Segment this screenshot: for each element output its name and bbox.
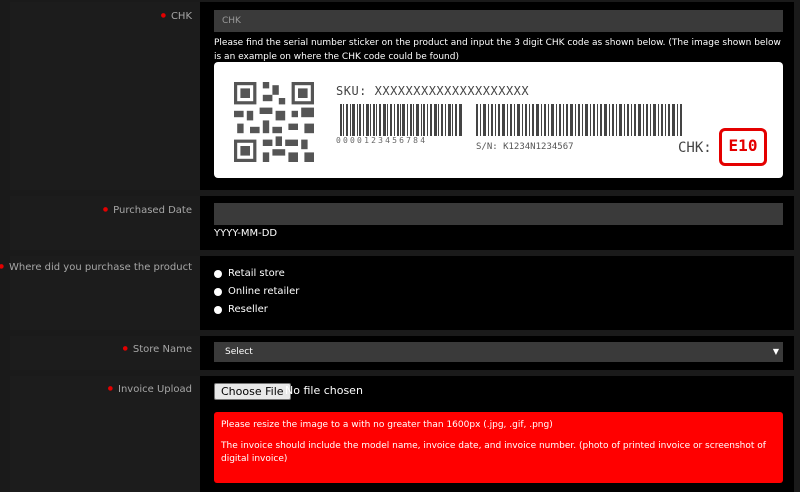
chk-code-value: E10	[728, 136, 758, 155]
radio-circle-icon	[214, 287, 222, 296]
qr-code-icon	[234, 82, 314, 162]
file-status-text: No file chosen	[285, 384, 363, 397]
chk-row: CHK Please find the serial number sticke…	[10, 2, 794, 190]
chk-help-text: Please find the serial number sticker on…	[214, 38, 781, 62]
store-name-selected: Select	[225, 347, 253, 357]
purchased-date-hint: YYYY-MM-DD	[214, 228, 278, 239]
choose-file-button[interactable]: Choose File	[214, 383, 291, 400]
chevron-down-icon: ▼	[772, 347, 779, 356]
sku-text: SKU: XXXXXXXXXXXXXXXXXXXX	[336, 84, 530, 98]
radio-circle-icon	[214, 305, 222, 314]
alert-line-resize: Please resize the image to a with no gre…	[221, 420, 553, 430]
radio-reseller[interactable]: Reseller	[214, 304, 268, 315]
chk-sticker-label: CHK:	[678, 140, 712, 156]
barcode-right-icon	[476, 104, 682, 136]
chk-label-cell: CHK	[10, 2, 200, 190]
radio-label: Reseller	[228, 304, 268, 315]
invoice-upload-row: Invoice Upload Choose File No file chose…	[10, 376, 794, 492]
radio-retail-store[interactable]: Retail store	[214, 268, 285, 279]
store-name-label: Store Name	[123, 344, 192, 355]
invoice-upload-label-cell: Invoice Upload	[10, 376, 200, 492]
chk-input[interactable]	[214, 10, 783, 32]
radio-circle-icon	[214, 269, 222, 278]
barcode-left-icon	[340, 104, 462, 136]
serial-number-text: S/N: K1234N1234567	[476, 142, 574, 152]
store-name-row: Store Name Select ▼	[10, 336, 794, 370]
purchased-date-row: Purchased Date YYYY-MM-DD	[10, 196, 794, 250]
invoice-requirements-alert: Please resize the image to a with no gre…	[214, 412, 783, 483]
purchased-date-label-cell: Purchased Date	[10, 196, 200, 250]
chk-label: CHK	[161, 11, 192, 22]
radio-online-retailer[interactable]: Online retailer	[214, 286, 299, 297]
invoice-upload-label: Invoice Upload	[108, 384, 192, 395]
radio-label: Online retailer	[228, 286, 300, 297]
purchase-place-row: Where did you purchase the product Retai…	[9, 256, 794, 330]
radio-label: Retail store	[228, 268, 285, 279]
purchased-date-input[interactable]	[214, 203, 783, 225]
purchase-place-label-cell: Where did you purchase the product	[9, 256, 200, 330]
purchased-date-label: Purchased Date	[103, 205, 192, 216]
serial-sticker-example: SKU: XXXXXXXXXXXXXXXXXXXX 0000123456784 …	[214, 62, 783, 178]
barcode-digits: 0000123456784	[336, 136, 428, 145]
alert-line-content: The invoice should include the model nam…	[221, 441, 766, 464]
store-name-label-cell: Store Name	[10, 336, 200, 370]
purchase-place-label: Where did you purchase the product	[0, 262, 192, 273]
store-name-select[interactable]: Select ▼	[214, 342, 783, 362]
